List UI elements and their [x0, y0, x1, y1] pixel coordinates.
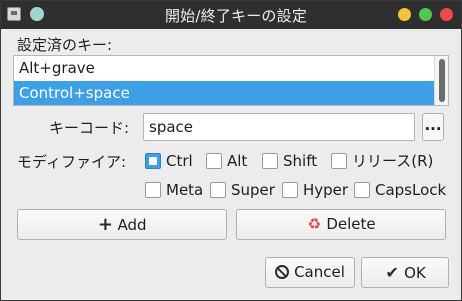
checkbox-box[interactable]: [206, 153, 222, 169]
checkbox-box[interactable]: [145, 153, 161, 169]
maximize-icon[interactable]: [419, 8, 432, 21]
configured-keys-list[interactable]: Alt+grave Control+space: [13, 55, 449, 106]
minimize-icon[interactable]: [398, 8, 411, 21]
scrollbar-thumb[interactable]: [439, 59, 445, 102]
ctrl-checkbox[interactable]: Ctrl: [145, 150, 201, 172]
add-button[interactable]: + Add: [17, 209, 227, 240]
title-bar[interactable]: 開始/終了キーの設定: [1, 1, 461, 29]
checkbox-box[interactable]: [331, 153, 347, 169]
checkbox-label: Hyper: [303, 181, 349, 199]
cancel-button-label: Cancel: [294, 263, 345, 281]
checkbox-label: Super: [231, 181, 275, 199]
ok-button[interactable]: ✔ OK: [361, 257, 449, 288]
add-button-label: Add: [117, 216, 147, 234]
checkbox-label: Ctrl: [166, 152, 193, 170]
keycode-browse-button[interactable]: ...: [422, 113, 444, 141]
meta-checkbox[interactable]: Meta: [145, 179, 205, 201]
checkbox-box[interactable]: [210, 182, 226, 198]
window-title: 開始/終了キーの設定: [164, 7, 308, 25]
list-scrollbar[interactable]: [434, 56, 448, 105]
list-item-selected[interactable]: Control+space: [14, 81, 434, 105]
modifier-label: モディファイア:: [17, 153, 127, 171]
release-checkbox[interactable]: リリース(R): [331, 150, 446, 172]
keycode-label: キーコード:: [49, 119, 130, 137]
delete-button-label: Delete: [326, 215, 376, 233]
capslock-checkbox[interactable]: CapsLock: [354, 179, 449, 201]
checkbox-label: リリース(R): [352, 152, 434, 170]
close-icon[interactable]: [440, 8, 453, 21]
key-settings-dialog: 開始/終了キーの設定 設定済のキー: Alt+grave Control+spa…: [0, 0, 462, 301]
alt-checkbox[interactable]: Alt: [206, 150, 256, 172]
keycode-input[interactable]: space: [143, 113, 415, 141]
checkbox-label: Shift: [283, 152, 318, 170]
delete-button[interactable]: ♻ Delete: [236, 209, 446, 240]
configured-keys-label: 設定済のキー:: [17, 36, 113, 54]
checkbox-box[interactable]: [262, 153, 278, 169]
checkbox-box[interactable]: [145, 182, 161, 198]
shift-checkbox[interactable]: Shift: [262, 150, 322, 172]
cancel-button[interactable]: Cancel: [265, 257, 355, 288]
checkbox-box[interactable]: [282, 182, 298, 198]
recycle-icon: ♻: [307, 215, 322, 233]
super-checkbox[interactable]: Super: [210, 179, 275, 201]
ok-button-label: OK: [404, 264, 426, 282]
list-item[interactable]: Alt+grave: [14, 56, 434, 80]
hyper-checkbox[interactable]: Hyper: [282, 179, 348, 201]
cancel-icon: [275, 265, 290, 279]
checkmark-icon: ✔: [385, 263, 399, 282]
plus-icon: +: [97, 214, 114, 235]
checkbox-label: CapsLock: [375, 181, 447, 199]
checkbox-label: Meta: [166, 181, 204, 199]
checkbox-box[interactable]: [354, 182, 370, 198]
checkbox-label: Alt: [227, 152, 248, 170]
